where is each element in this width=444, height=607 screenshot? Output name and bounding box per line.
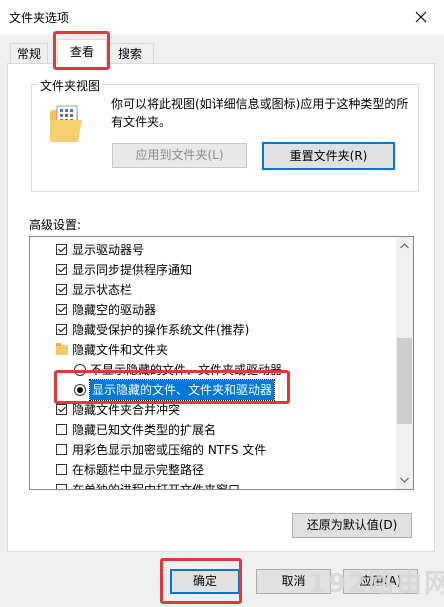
- close-button[interactable]: [398, 0, 444, 34]
- checkbox[interactable]: [56, 404, 67, 415]
- title-bar: 文件夹选项: [0, 0, 444, 34]
- checkbox[interactable]: [56, 484, 67, 489]
- close-icon: [415, 11, 427, 23]
- list-item-label: 用彩色显示加密或压缩的 NTFS 文件: [72, 443, 267, 457]
- checkbox[interactable]: [56, 324, 67, 335]
- radio-button[interactable]: [74, 364, 86, 376]
- list-item[interactable]: 在标题栏中显示完整路径: [30, 460, 396, 480]
- list-item-label: 显示隐藏的文件、文件夹和驱动器: [88, 379, 276, 401]
- window-title: 文件夹选项: [9, 11, 70, 25]
- checkbox[interactable]: [56, 264, 67, 275]
- list-item[interactable]: 隐藏已知文件类型的扩展名: [30, 420, 396, 440]
- ok-button[interactable]: 确定: [170, 569, 240, 594]
- scrollbar-thumb[interactable]: [397, 338, 412, 424]
- list-item-label: 显示状态栏: [72, 283, 133, 297]
- checkbox[interactable]: [56, 464, 67, 475]
- list-item-label: 不显示隐藏的文件、文件夹或驱动器: [90, 363, 283, 377]
- tab-search[interactable]: 搜索: [106, 43, 154, 64]
- checkbox[interactable]: [56, 444, 67, 455]
- list-item-label: 在标题栏中显示完整路径: [72, 463, 205, 477]
- checkbox[interactable]: [56, 424, 67, 435]
- list-item[interactable]: 隐藏受保护的操作系统文件(推荐): [30, 320, 396, 340]
- radio-button[interactable]: [74, 384, 86, 396]
- list-item[interactable]: 显示驱动器号: [30, 240, 396, 260]
- folder-view-description: 你可以将此视图(如详细信息或图标)应用于这种类型的所有文件夹。: [111, 97, 409, 129]
- list-item-label: 显示同步提供程序通知: [72, 263, 193, 277]
- list-item[interactable]: 隐藏空的驱动器: [30, 300, 396, 320]
- list-item[interactable]: 显示隐藏的文件、文件夹和驱动器: [30, 379, 396, 401]
- checkbox[interactable]: [56, 244, 67, 255]
- checkbox[interactable]: [56, 284, 67, 295]
- list-item-label: 隐藏文件夹合并冲突: [72, 403, 181, 417]
- list-item-label: 隐藏文件和文件夹: [72, 343, 169, 357]
- list-item[interactable]: 不显示隐藏的文件、文件夹或驱动器: [30, 360, 396, 380]
- reset-folders-button[interactable]: 重置文件夹(R): [262, 142, 395, 170]
- list-item[interactable]: 显示状态栏: [30, 280, 396, 300]
- list-item[interactable]: 用彩色显示加密或压缩的 NTFS 文件: [30, 440, 396, 460]
- checkbox[interactable]: [56, 304, 67, 315]
- advanced-settings-list[interactable]: 显示驱动器号显示同步提供程序通知 显示状态栏隐藏空的驱动器隐藏受保护的操作系统文件…: [29, 236, 414, 490]
- scroll-down-icon[interactable]: [400, 477, 409, 483]
- watermark: 192路由网: [308, 569, 444, 599]
- scroll-up-icon[interactable]: [400, 243, 409, 249]
- list-item-label: 隐藏已知文件类型的扩展名: [72, 423, 217, 437]
- list-item-label: 显示驱动器号: [72, 243, 145, 257]
- folder-view-icon: [50, 105, 82, 142]
- folder-view-group-label: 文件夹视图: [38, 77, 103, 94]
- apply-to-folders-button[interactable]: 应用到文件夹(L): [112, 143, 247, 168]
- list-item[interactable]: 在单独的进程中打开文件夹窗口: [30, 480, 396, 490]
- list-item-label: 隐藏空的驱动器: [72, 303, 157, 317]
- list-item-label: 隐藏受保护的操作系统文件(推荐): [72, 323, 250, 337]
- list-item[interactable]: 隐藏文件夹合并冲突: [30, 400, 396, 420]
- folder-icon: [56, 343, 68, 355]
- tab-general[interactable]: 常规: [10, 43, 48, 64]
- list-item-label: 在单独的进程中打开文件夹窗口: [72, 483, 241, 490]
- list-item[interactable]: 显示同步提供程序通知: [30, 260, 396, 280]
- tab-view[interactable]: 查看: [57, 39, 107, 65]
- advanced-settings-label: 高级设置:: [29, 218, 82, 232]
- restore-defaults-button[interactable]: 还原为默认值(D): [292, 513, 412, 538]
- list-item[interactable]: 隐藏文件和文件夹: [30, 340, 396, 360]
